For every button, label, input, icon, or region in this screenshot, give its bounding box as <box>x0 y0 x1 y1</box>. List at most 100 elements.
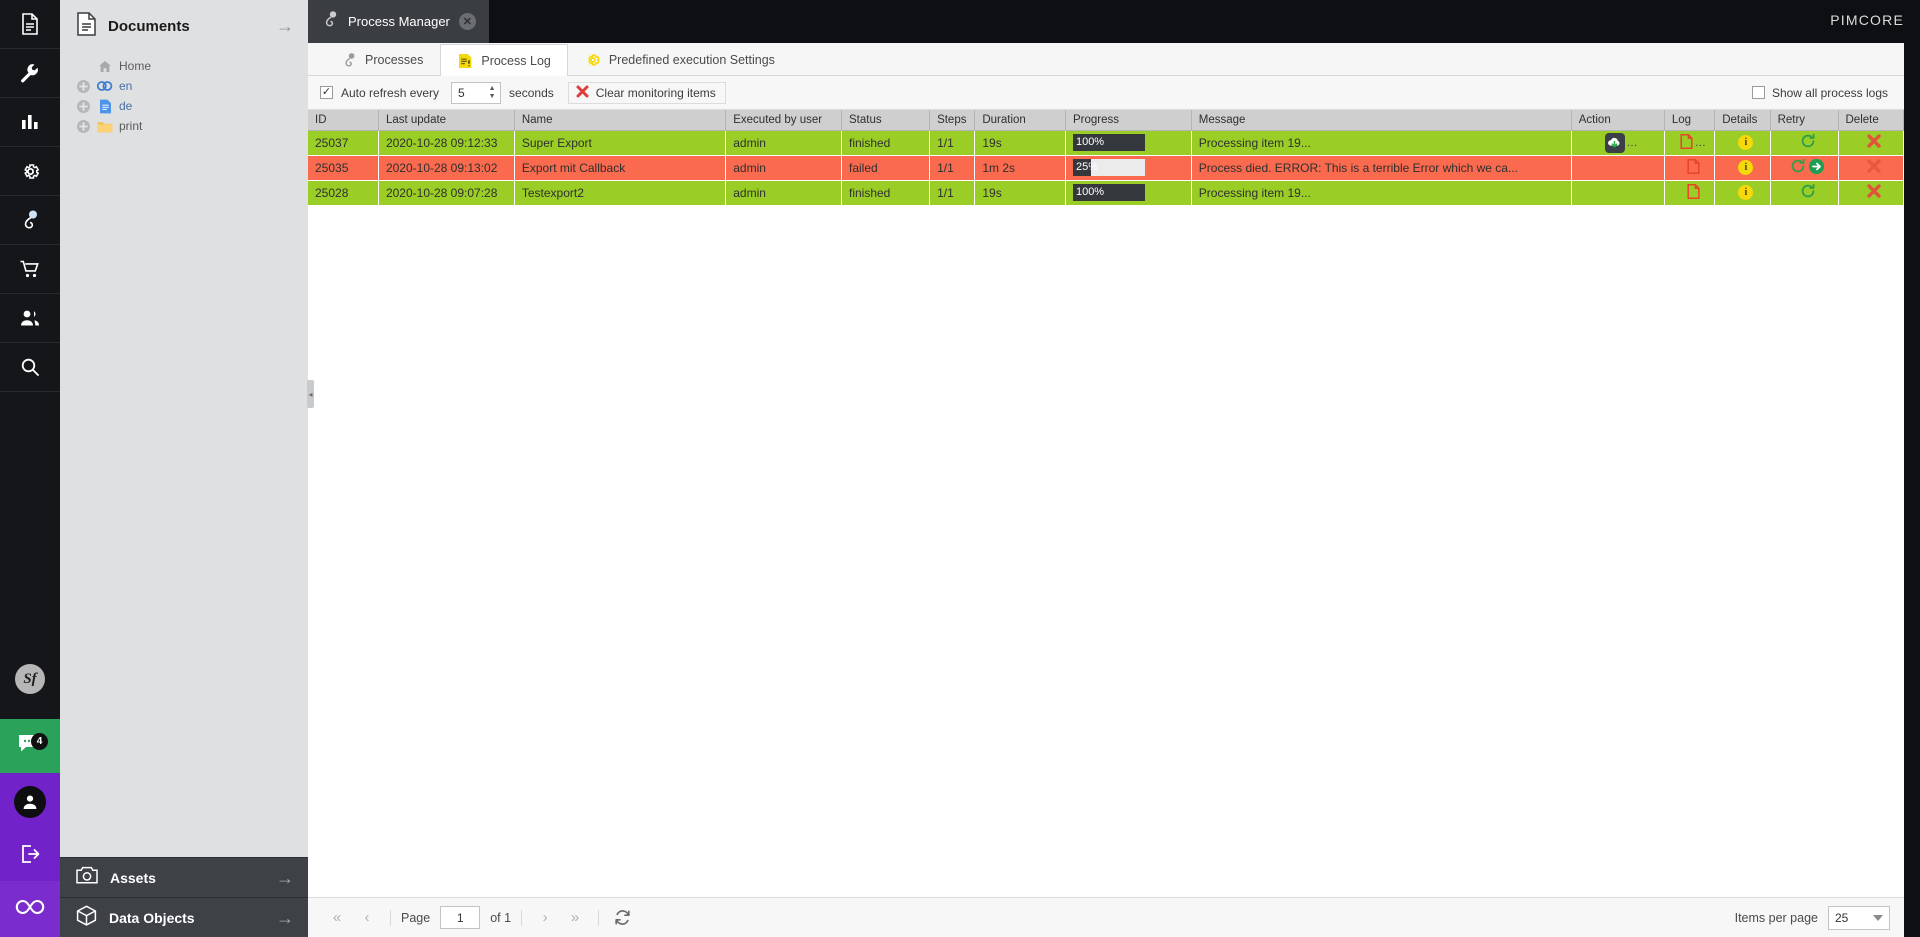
tab-predefined-execution-settings[interactable]: Predefined execution Settings <box>568 43 792 75</box>
delete-icons[interactable] <box>1846 156 1903 180</box>
action-more-dots[interactable]: ... <box>1627 137 1638 149</box>
open-documents-arrow-icon[interactable]: → <box>276 17 294 35</box>
stepper-up-icon[interactable]: ▲ <box>485 85 499 92</box>
prev-page-button[interactable]: ‹ <box>354 905 380 931</box>
assets-panel-button[interactable]: Assets → <box>60 857 308 897</box>
delete-icons[interactable] <box>1846 131 1903 155</box>
col-action[interactable]: Action <box>1571 110 1665 131</box>
retry-icon[interactable] <box>1800 133 1816 152</box>
retry-icons[interactable] <box>1778 156 1837 180</box>
refresh-interval-input[interactable] <box>452 82 486 103</box>
cell-action[interactable] <box>1571 180 1665 206</box>
col-status[interactable]: Status <box>841 110 931 131</box>
rail-documents-button[interactable] <box>0 0 60 49</box>
cell-delete[interactable] <box>1838 155 1904 181</box>
first-page-button[interactable]: « <box>324 905 350 931</box>
data-objects-panel-button[interactable]: Data Objects → <box>60 897 308 937</box>
next-page-button[interactable]: › <box>532 905 558 931</box>
log-file-icon[interactable] <box>1686 183 1700 202</box>
retry-icons[interactable] <box>1778 131 1837 155</box>
delete-icons[interactable] <box>1846 181 1903 205</box>
tab-process-log[interactable]: Process Log <box>440 44 568 76</box>
retry-icon[interactable] <box>1790 158 1806 177</box>
retry-icons[interactable] <box>1778 181 1837 205</box>
rail-profile-button[interactable] <box>0 773 60 831</box>
cell-retry[interactable] <box>1770 130 1839 156</box>
stepper-down-icon[interactable]: ▼ <box>485 93 499 100</box>
refresh-interval-stepper[interactable]: ▲ ▼ <box>451 81 502 104</box>
symfony-toolbar-button[interactable]: Sf <box>0 639 60 719</box>
tree-node-print[interactable]: print <box>60 116 308 136</box>
log-icons[interactable]: ... <box>1672 131 1714 155</box>
cell-details[interactable]: i <box>1714 130 1771 156</box>
col-progress[interactable]: Progress <box>1065 110 1192 131</box>
cell-action[interactable] <box>1571 155 1665 181</box>
delete-icon[interactable] <box>1866 133 1882 152</box>
rail-logout-button[interactable] <box>0 831 60 881</box>
log-file-icon[interactable] <box>1680 133 1693 152</box>
log-icons[interactable] <box>1672 156 1714 180</box>
download-icon[interactable] <box>1604 132 1625 153</box>
page-number-input[interactable] <box>440 906 481 929</box>
close-icon[interactable]: ✕ <box>458 13 476 30</box>
col-details[interactable]: Details <box>1714 110 1771 131</box>
cell-retry[interactable] <box>1770 155 1839 181</box>
tree-node-en[interactable]: en <box>60 76 308 96</box>
cell-details[interactable]: i <box>1714 180 1771 206</box>
col-duration[interactable]: Duration <box>974 110 1066 131</box>
open-assets-arrow-icon[interactable]: → <box>276 869 294 887</box>
cell-log[interactable]: ... <box>1664 130 1716 156</box>
tree-node-de[interactable]: de <box>60 96 308 116</box>
rail-infinity-button[interactable] <box>0 881 60 937</box>
rail-notifications-button[interactable]: 4 <box>0 719 60 773</box>
cell-delete[interactable] <box>1838 180 1904 206</box>
refresh-icon[interactable] <box>609 905 635 931</box>
expander-icon[interactable] <box>76 119 91 134</box>
rail-search-button[interactable] <box>0 343 60 392</box>
cell-details[interactable]: i <box>1714 155 1771 181</box>
delete-icon[interactable] <box>1866 158 1882 177</box>
col-retry[interactable]: Retry <box>1770 110 1839 131</box>
tree-collapse-handle[interactable]: ◂ <box>307 380 314 408</box>
cell-delete[interactable] <box>1838 130 1904 156</box>
delete-icon[interactable] <box>1866 183 1882 202</box>
rail-tools-button[interactable] <box>0 49 60 98</box>
expander-icon[interactable] <box>76 99 91 114</box>
log-icons[interactable] <box>1672 181 1714 205</box>
details-icons[interactable]: i <box>1722 181 1769 205</box>
cell-action[interactable]: ... <box>1571 130 1665 156</box>
details-icons[interactable]: i <box>1722 156 1769 180</box>
cell-retry[interactable] <box>1770 180 1839 206</box>
info-icon[interactable]: i <box>1738 185 1754 200</box>
rail-settings-button[interactable] <box>0 147 60 196</box>
col-message[interactable]: Message <box>1191 110 1572 131</box>
col-last-update[interactable]: Last update <box>378 110 515 131</box>
col-name[interactable]: Name <box>514 110 727 131</box>
rail-ecommerce-button[interactable] <box>0 245 60 294</box>
rail-reports-button[interactable] <box>0 98 60 147</box>
col-delete[interactable]: Delete <box>1838 110 1904 131</box>
stepper-buttons[interactable]: ▲ ▼ <box>485 85 499 100</box>
log-file-icon[interactable] <box>1686 158 1700 177</box>
run-now-icon[interactable] <box>1808 158 1825 178</box>
cell-log[interactable] <box>1664 180 1716 206</box>
table-row[interactable]: 25035 2020-10-28 09:13:02 Export mit Cal… <box>308 155 1904 181</box>
show-all-process-logs-checkbox[interactable] <box>1751 86 1765 99</box>
col-log[interactable]: Log <box>1664 110 1716 131</box>
rail-customers-button[interactable] <box>0 294 60 343</box>
items-per-page-select[interactable]: 25 <box>1828 905 1890 930</box>
table-row[interactable]: 25028 2020-10-28 09:07:28 Testexport2 ad… <box>308 180 1904 206</box>
rail-marketing-button[interactable] <box>0 196 60 245</box>
info-icon[interactable]: i <box>1738 135 1754 150</box>
retry-icon[interactable] <box>1800 183 1816 202</box>
info-icon[interactable]: i <box>1738 160 1754 175</box>
tab-process-manager[interactable]: Process Manager ✕ <box>308 0 489 43</box>
tab-processes[interactable]: Processes <box>324 43 440 75</box>
cell-log[interactable] <box>1664 155 1716 181</box>
expander-icon[interactable] <box>76 79 91 94</box>
open-data-objects-arrow-icon[interactable]: → <box>276 909 294 927</box>
tree-node-home[interactable]: Home <box>60 56 308 76</box>
log-more-dots[interactable]: ... <box>1695 137 1706 149</box>
col-steps[interactable]: Steps <box>929 110 976 131</box>
col-id[interactable]: ID <box>308 110 379 131</box>
